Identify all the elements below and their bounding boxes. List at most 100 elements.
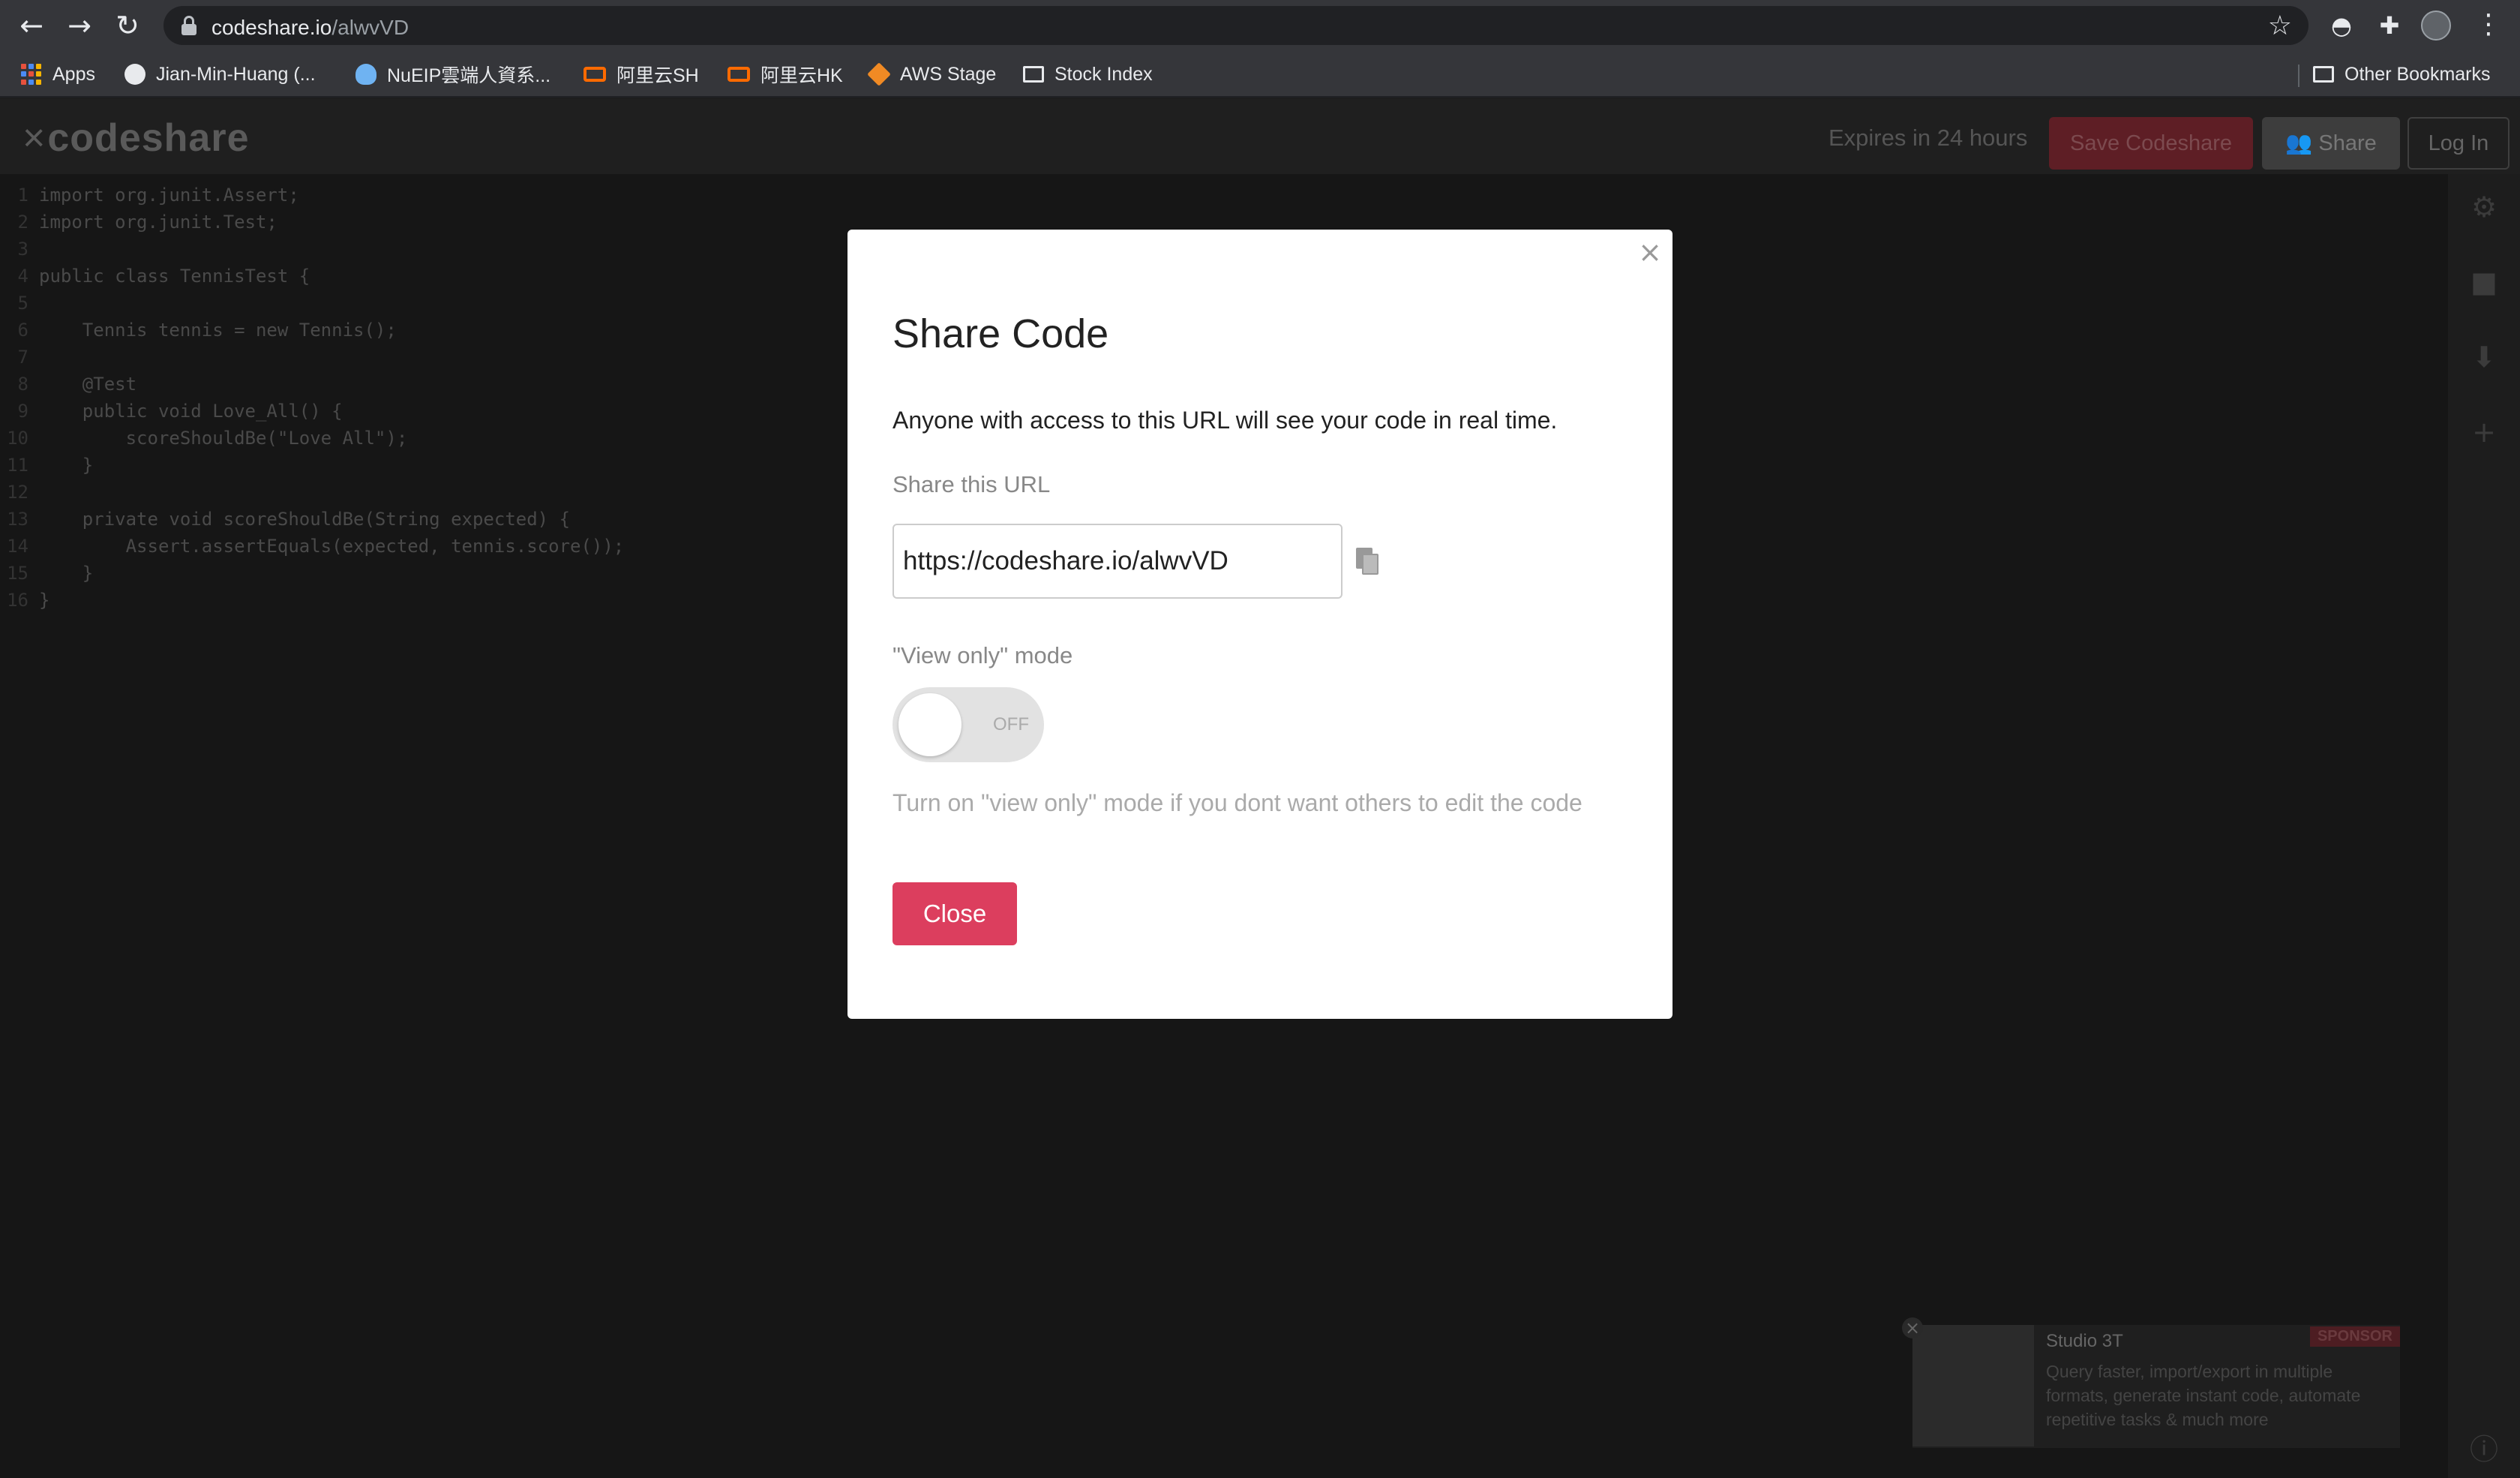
browser-menu-icon[interactable]: ⋮: [2475, 9, 2502, 42]
share-url-input[interactable]: [892, 524, 1342, 599]
bookmark-star-icon[interactable]: ☆: [2268, 11, 2292, 41]
close-button[interactable]: Close: [892, 882, 1017, 945]
view-only-toggle[interactable]: OFF: [892, 687, 1044, 762]
line-number: 11: [7, 455, 28, 476]
editor-sidebar: ⚙ ■ ⬇ + ⓘ: [2448, 174, 2520, 1478]
github-icon: [124, 64, 146, 85]
code-line[interactable]: 6 Tennis tennis = new Tennis();: [0, 320, 397, 347]
modal-title: Share Code: [892, 311, 1109, 356]
code-text[interactable]: import org.junit.Assert;: [39, 185, 299, 206]
share-button[interactable]: 👥 Share: [2262, 117, 2400, 170]
code-text[interactable]: }: [39, 563, 93, 584]
code-text[interactable]: }: [39, 590, 50, 611]
code-line[interactable]: 11 }: [0, 455, 93, 482]
copy-icon[interactable]: [1356, 548, 1378, 575]
code-text[interactable]: scoreShouldBe("Love All");: [39, 428, 408, 449]
code-text[interactable]: import org.junit.Test;: [39, 212, 278, 233]
ad-text[interactable]: Query faster, import/export in multiple …: [2046, 1359, 2376, 1431]
browser-toolbar: ← → ↻ codeshare.io/alwvVD ☆ ◓ ✚ ⋮: [0, 0, 2520, 51]
code-text[interactable]: @Test: [39, 374, 136, 395]
sponsor-badge: SPONSOR: [2309, 1326, 2400, 1347]
line-number: 13: [7, 509, 28, 530]
address-bar[interactable]: codeshare.io/alwvVD ☆: [164, 6, 2308, 45]
code-text[interactable]: Assert.assertEquals(expected, tennis.sco…: [39, 536, 625, 557]
close-icon[interactable]: ×: [1638, 236, 1662, 269]
toggle-knob[interactable]: [898, 693, 962, 756]
forward-arrow-icon[interactable]: →: [63, 9, 96, 42]
code-text[interactable]: }: [39, 455, 93, 476]
line-number: 7: [17, 347, 28, 368]
code-text[interactable]: Tennis tennis = new Tennis();: [39, 320, 397, 341]
ad-title[interactable]: Studio 3T: [2046, 1331, 2123, 1352]
bookmarks-divider: [2298, 65, 2300, 87]
gear-icon[interactable]: ⚙: [2469, 192, 2499, 222]
code-line[interactable]: 13 private void scoreShouldBe(String exp…: [0, 509, 570, 536]
line-number: 2: [17, 212, 28, 233]
line-number: 10: [7, 428, 28, 449]
code-line[interactable]: 3: [0, 239, 39, 266]
code-line[interactable]: 8 @Test: [0, 374, 137, 401]
lock-icon[interactable]: [182, 16, 196, 35]
app-header: ×codeshare Expires in 24 hours Save Code…: [0, 99, 2520, 174]
video-camera-icon[interactable]: ■: [2469, 267, 2499, 297]
bookmark-aws-stage[interactable]: AWS Stage: [867, 62, 996, 87]
code-line[interactable]: 1 import org.junit.Assert;: [0, 185, 299, 212]
profile-avatar[interactable]: [2421, 11, 2451, 41]
view-only-label: "View only" mode: [892, 642, 1073, 668]
alibaba-cloud-icon: [584, 67, 606, 82]
aws-icon: [867, 62, 891, 86]
folder-icon: [2313, 66, 2334, 83]
share-code-modal: × Share Code Anyone with access to this …: [848, 230, 1672, 1019]
line-number: 8: [17, 374, 28, 395]
bookmark-github[interactable]: Jian-Min-Huang (...: [124, 62, 316, 87]
apps-grid-icon: [21, 64, 42, 85]
code-line[interactable]: 10 scoreShouldBe("Love All");: [0, 428, 407, 455]
bookmark-aliyun-hk[interactable]: 阿里云HK: [728, 62, 843, 87]
code-line[interactable]: 5: [0, 293, 39, 320]
code-line[interactable]: 9 public void Love_All() {: [0, 401, 343, 428]
code-text[interactable]: public class TennisTest {: [39, 266, 310, 287]
back-arrow-icon[interactable]: ←: [15, 9, 48, 42]
line-number: 15: [7, 563, 28, 584]
bookmark-apps[interactable]: Apps: [21, 62, 95, 87]
line-number: 5: [17, 293, 28, 314]
code-line[interactable]: 15 }: [0, 563, 93, 590]
bookmark-stock-index[interactable]: Stock Index: [1023, 62, 1153, 87]
bookmarks-bar: Apps Jian-Min-Huang (... NuEIP雲端人資系... 阿…: [0, 51, 2520, 98]
ad-close-icon[interactable]: ×: [1902, 1317, 1923, 1338]
line-number: 9: [17, 401, 28, 422]
line-number: 12: [7, 482, 28, 503]
code-line[interactable]: 4 public class TennisTest {: [0, 266, 310, 293]
users-icon: 👥: [2285, 131, 2319, 155]
bookmark-nueip[interactable]: NuEIP雲端人資系...: [356, 62, 550, 87]
reload-icon[interactable]: ↻: [111, 9, 144, 42]
view-only-help-text: Turn on "view only" mode if you dont wan…: [892, 789, 1582, 816]
code-line[interactable]: 16}: [0, 590, 50, 617]
plus-icon[interactable]: +: [2469, 417, 2499, 447]
code-text[interactable]: public void Love_All() {: [39, 401, 343, 422]
code-line[interactable]: 12: [0, 482, 39, 509]
bookmark-aliyun-sh[interactable]: 阿里云SH: [584, 62, 699, 87]
extension-icon[interactable]: ◓: [2328, 12, 2355, 39]
toggle-state-text: OFF: [993, 714, 1029, 734]
line-number: 6: [17, 320, 28, 341]
line-number: 3: [17, 239, 28, 260]
code-line[interactable]: 14 Assert.assertEquals(expected, tennis.…: [0, 536, 624, 563]
code-line[interactable]: 2 import org.junit.Test;: [0, 212, 278, 239]
share-url-label: Share this URL: [892, 471, 1051, 497]
address-bar-url[interactable]: codeshare.io/alwvVD: [212, 16, 409, 40]
info-icon[interactable]: ⓘ: [2469, 1434, 2499, 1464]
sponsor-ad[interactable]: Studio 3T Query faster, import/export in…: [1902, 1317, 2400, 1448]
login-button[interactable]: Log In: [2408, 117, 2510, 170]
other-bookmarks[interactable]: Other Bookmarks: [2313, 62, 2491, 87]
code-text[interactable]: private void scoreShouldBe(String expect…: [39, 509, 570, 530]
download-icon[interactable]: ⬇: [2469, 342, 2499, 372]
code-line[interactable]: 7: [0, 347, 39, 374]
save-codeshare-button[interactable]: Save Codeshare: [2049, 117, 2253, 170]
codeshare-logo[interactable]: ×codeshare: [22, 116, 250, 161]
line-number: 4: [17, 266, 28, 287]
puzzle-extensions-icon[interactable]: ✚: [2376, 12, 2403, 39]
ad-thumbnail[interactable]: [1912, 1325, 2034, 1446]
line-number: 14: [7, 536, 28, 557]
folder-icon: [1023, 66, 1044, 83]
